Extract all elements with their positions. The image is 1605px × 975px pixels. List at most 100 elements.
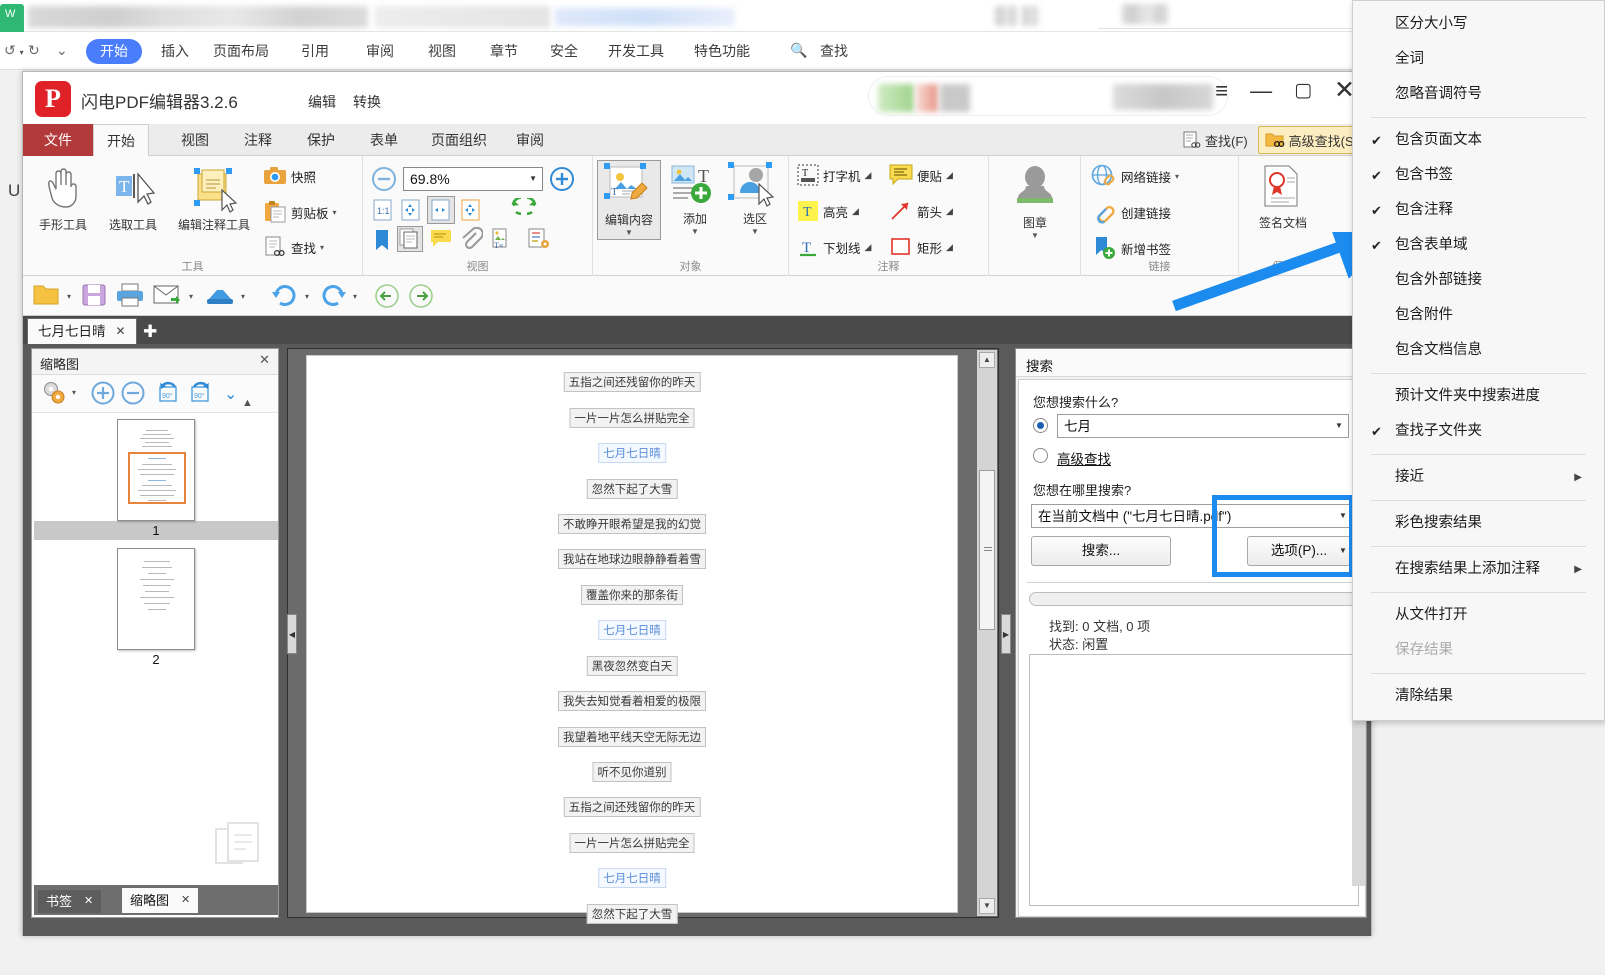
- close-icon[interactable]: ✕: [181, 888, 190, 913]
- sub-tab-convert[interactable]: 转换: [353, 92, 381, 112]
- hamburger-menu-icon[interactable]: ≡: [1215, 79, 1228, 102]
- zoom-out-button[interactable]: [371, 166, 397, 192]
- menu-item-include-bookmarks[interactable]: ✔ 包含书签: [1353, 158, 1604, 193]
- zoom-in-button[interactable]: [549, 166, 575, 192]
- tab-review[interactable]: 审阅: [503, 124, 557, 156]
- menu-item-include-comments[interactable]: ✔ 包含注释: [1353, 193, 1604, 228]
- chevron-down-icon[interactable]: ▼: [667, 227, 723, 236]
- bookmark-panel-button[interactable]: [371, 228, 393, 252]
- menu-item-include-external-links[interactable]: 包含外部链接: [1353, 263, 1604, 298]
- search-button[interactable]: 搜索...: [1031, 536, 1171, 566]
- chevron-down-icon[interactable]: ⌄: [56, 42, 68, 59]
- wps-tab-page-layout[interactable]: 页面布局: [205, 39, 277, 64]
- chevron-down-icon[interactable]: ◢: [865, 242, 872, 253]
- menu-item-match-case[interactable]: 区分大小写: [1353, 7, 1604, 42]
- thumbnail-item-2[interactable]: 2: [34, 548, 278, 669]
- tab-page-organize[interactable]: 页面组织: [418, 124, 500, 156]
- expand-more-icon[interactable]: ⌄: [224, 384, 237, 404]
- search-query-input[interactable]: 七月: [1057, 414, 1349, 438]
- comment-panel-button[interactable]: [429, 228, 453, 250]
- edit-annotation-tool-button[interactable]: 编辑注释工具: [169, 164, 259, 233]
- web-link-button[interactable]: 网络链接 ▾: [1091, 164, 1179, 188]
- menu-item-color-results[interactable]: 彩色搜索结果: [1353, 506, 1604, 541]
- wps-tab-references[interactable]: 引用: [293, 39, 337, 64]
- undo-icon[interactable]: ↺ ▾: [4, 42, 24, 59]
- find-menu-button[interactable]: 查找 ▾: [263, 236, 324, 258]
- chevron-down-icon[interactable]: ◢: [946, 242, 953, 253]
- menu-item-whole-word[interactable]: 全词: [1353, 42, 1604, 77]
- tab-annotate[interactable]: 注释: [231, 124, 285, 156]
- undo-button[interactable]: [271, 283, 299, 307]
- next-page-button[interactable]: [407, 283, 435, 309]
- wps-tab-view[interactable]: 视图: [420, 39, 464, 64]
- wps-tab-insert[interactable]: 插入: [153, 39, 197, 64]
- search-icon[interactable]: 🔍: [790, 42, 807, 59]
- search-advanced-radio[interactable]: [1033, 448, 1048, 463]
- open-file-button[interactable]: [33, 283, 63, 307]
- tab-bookmarks[interactable]: 书签 ✕: [38, 890, 102, 913]
- rotate-right-button[interactable]: [527, 198, 553, 222]
- search-simple-radio[interactable]: [1033, 418, 1048, 433]
- wps-tab-security[interactable]: 安全: [542, 39, 586, 64]
- wps-tab-review[interactable]: 审阅: [358, 39, 402, 64]
- create-link-button[interactable]: 创建链接: [1091, 200, 1171, 224]
- undo-caret-icon[interactable]: ▾: [305, 292, 309, 301]
- thumbnail-settings-caret-icon[interactable]: ▾: [72, 388, 76, 397]
- typewriter-button[interactable]: T 打字机 ◢: [797, 164, 871, 186]
- redo-caret-icon[interactable]: ▾: [353, 292, 357, 301]
- hand-tool-button[interactable]: 手形工具: [29, 164, 97, 233]
- menu-item-annotate-results[interactable]: 在搜索结果上添加注释 ▶: [1353, 552, 1604, 587]
- actual-size-button[interactable]: 1:1: [371, 198, 395, 222]
- chevron-down-icon[interactable]: ▼: [529, 174, 537, 183]
- wps-tab-start[interactable]: 开始: [86, 39, 142, 64]
- open-file-caret-icon[interactable]: ▾: [67, 292, 71, 301]
- tab-view[interactable]: 视图: [168, 124, 222, 156]
- rotate-left-90-icon[interactable]: 90°: [156, 380, 182, 406]
- close-icon[interactable]: ✕: [116, 319, 126, 344]
- advanced-find-link[interactable]: 高级查找: [1057, 448, 1111, 468]
- arrow-annotation-button[interactable]: 箭头 ◢: [889, 200, 953, 222]
- chevron-down-icon[interactable]: ▾: [333, 208, 337, 217]
- find-button[interactable]: 查找(F): [1175, 127, 1254, 153]
- selection-button[interactable]: 选区 ▼: [727, 162, 783, 236]
- chevron-down-icon[interactable]: ◢: [946, 206, 953, 217]
- fit-visible-button[interactable]: [459, 198, 483, 222]
- add-bookmark-button[interactable]: 新增书签: [1091, 236, 1171, 260]
- layer-panel-button[interactable]: T≡: [491, 228, 515, 250]
- rotate-left-button[interactable]: [495, 198, 521, 222]
- fit-page-button[interactable]: [399, 198, 423, 222]
- right-splitter-handle[interactable]: ▶: [1001, 614, 1011, 654]
- sub-tab-edit[interactable]: 编辑: [308, 92, 336, 112]
- chevron-down-icon[interactable]: ▼: [727, 227, 783, 236]
- menu-item-clear-results[interactable]: 清除结果: [1353, 679, 1604, 714]
- close-icon[interactable]: ✕: [259, 352, 270, 368]
- wps-tab-features[interactable]: 特色功能: [686, 39, 758, 64]
- chevron-down-icon[interactable]: ◢: [852, 206, 859, 217]
- tab-forms[interactable]: 表单: [357, 124, 411, 156]
- rectangle-annotation-button[interactable]: 矩形 ◢: [889, 236, 953, 258]
- left-splitter-handle[interactable]: ◀: [287, 614, 297, 654]
- maximize-icon[interactable]: ▢: [1294, 81, 1312, 100]
- rotate-right-90-icon[interactable]: 90°: [188, 380, 214, 406]
- thumbnail-list[interactable]: 1 2: [34, 413, 278, 883]
- collapse-icon[interactable]: ▲: [242, 397, 253, 409]
- chevron-down-icon[interactable]: ▼: [997, 231, 1073, 240]
- zoom-input[interactable]: 69.8% ▼: [403, 167, 543, 191]
- pdf-page[interactable]: 五指之间还残留你的昨天 一片一片怎么拼贴完全 七月七日晴 忽然下起了大雪 不敢睁…: [306, 355, 958, 924]
- stamp-button[interactable]: 图章 ▼: [997, 164, 1073, 240]
- plus-icon[interactable]: ✚: [143, 322, 157, 342]
- menu-item-include-page-text[interactable]: ✔ 包含页面文本: [1353, 123, 1604, 158]
- chevron-down-icon[interactable]: ▾: [320, 243, 324, 252]
- scroll-down-icon[interactable]: ▼: [979, 898, 995, 914]
- minimize-icon[interactable]: —: [1250, 79, 1272, 102]
- chevron-down-icon[interactable]: ▾: [1175, 172, 1179, 181]
- tab-start[interactable]: 开始: [93, 124, 149, 156]
- scanner-caret-icon[interactable]: ▾: [241, 292, 245, 301]
- scanner-button[interactable]: [205, 283, 235, 307]
- save-button[interactable]: [81, 283, 107, 307]
- clipboard-button[interactable]: 剪贴板 ▾: [263, 201, 337, 223]
- attachment-panel-button[interactable]: [459, 227, 483, 251]
- fit-width-button[interactable]: [427, 196, 455, 224]
- select-tool-button[interactable]: T 选取工具: [99, 164, 167, 233]
- email-caret-icon[interactable]: ▾: [189, 292, 193, 301]
